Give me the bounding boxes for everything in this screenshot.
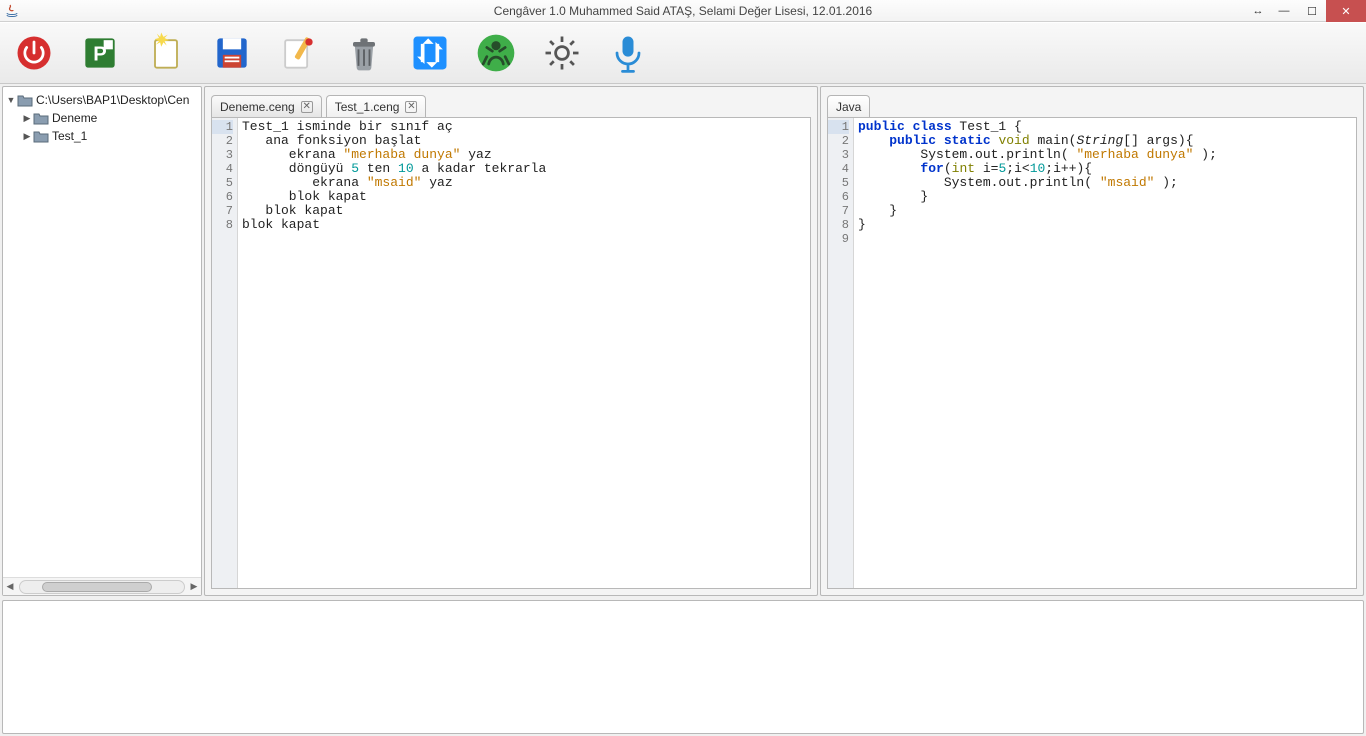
- minimize-button[interactable]: —: [1270, 0, 1298, 22]
- scroll-left-icon[interactable]: ◀: [3, 581, 17, 592]
- tab-label: Java: [836, 100, 861, 114]
- main-area: ▼ C:\Users\BAP1\Desktop\Cen ▶ Deneme ▶ T…: [0, 84, 1366, 598]
- scroll-right-icon[interactable]: ▶: [187, 581, 201, 592]
- output-tab[interactable]: Java: [827, 95, 870, 117]
- tree-item[interactable]: ▶ Deneme: [5, 109, 199, 127]
- microphone-button[interactable]: [602, 28, 654, 78]
- console-panel[interactable]: [2, 600, 1364, 734]
- trash-button[interactable]: [338, 28, 390, 78]
- tree-item-label: Test_1: [52, 129, 87, 143]
- tree-item-label: Deneme: [52, 111, 97, 125]
- output-panel: Java 123456789 public class Test_1 { pub…: [820, 86, 1364, 596]
- folder-icon: [17, 93, 33, 107]
- output-code-area[interactable]: 123456789 public class Test_1 { public s…: [827, 117, 1357, 589]
- tree-arrow-icon[interactable]: ▼: [5, 95, 17, 105]
- output-body[interactable]: public class Test_1 { public static void…: [854, 118, 1356, 588]
- tab-label: Test_1.ceng: [335, 100, 400, 114]
- tree-item[interactable]: ▶ Test_1: [5, 127, 199, 145]
- titlebar: Cengâver 1.0 Muhammed Said ATAŞ, Selami …: [0, 0, 1366, 22]
- close-button[interactable]: ✕: [1326, 0, 1366, 22]
- power-button[interactable]: [8, 28, 60, 78]
- tree-arrow-icon[interactable]: ▶: [21, 113, 33, 124]
- output-tabstrip: Java: [821, 87, 1363, 117]
- editor-panel: Deneme.ceng ✕ Test_1.ceng ✕ 12345678 Tes…: [204, 86, 818, 596]
- window-title: Cengâver 1.0 Muhammed Said ATAŞ, Selami …: [494, 4, 872, 18]
- save-button[interactable]: [206, 28, 258, 78]
- file-tree-panel: ▼ C:\Users\BAP1\Desktop\Cen ▶ Deneme ▶ T…: [2, 86, 202, 596]
- editor-tab[interactable]: Deneme.ceng ✕: [211, 95, 322, 117]
- tab-label: Deneme.ceng: [220, 100, 295, 114]
- output-gutter: 123456789: [828, 118, 854, 588]
- tree-root[interactable]: ▼ C:\Users\BAP1\Desktop\Cen: [5, 91, 199, 109]
- edit-button[interactable]: [272, 28, 324, 78]
- editor-code-area[interactable]: 12345678 Test_1 isminde bir sınıf aç ana…: [211, 117, 811, 589]
- editor-gutter: 12345678: [212, 118, 238, 588]
- editor-tab[interactable]: Test_1.ceng ✕: [326, 95, 427, 117]
- project-button[interactable]: P: [74, 28, 126, 78]
- resize-handle-icon[interactable]: ↔: [1246, 0, 1270, 22]
- scrollbar-thumb[interactable]: [42, 582, 152, 592]
- tree-root-label: C:\Users\BAP1\Desktop\Cen: [36, 93, 189, 107]
- folder-icon: [33, 111, 49, 125]
- scrollbar-track[interactable]: [19, 580, 185, 594]
- window-buttons: ↔ — ☐ ✕: [1246, 0, 1366, 22]
- new-file-button[interactable]: [140, 28, 192, 78]
- maximize-button[interactable]: ☐: [1298, 0, 1326, 22]
- tab-close-icon[interactable]: ✕: [301, 101, 313, 113]
- convert-button[interactable]: [404, 28, 456, 78]
- tree-arrow-icon[interactable]: ▶: [21, 131, 33, 142]
- editor-tabstrip: Deneme.ceng ✕ Test_1.ceng ✕: [205, 87, 817, 117]
- settings-button[interactable]: [536, 28, 588, 78]
- folder-icon: [33, 129, 49, 143]
- tab-close-icon[interactable]: ✕: [405, 101, 417, 113]
- run-button[interactable]: [470, 28, 522, 78]
- java-icon: [4, 3, 20, 19]
- file-tree[interactable]: ▼ C:\Users\BAP1\Desktop\Cen ▶ Deneme ▶ T…: [3, 87, 201, 577]
- tree-horizontal-scrollbar[interactable]: ◀ ▶: [3, 577, 201, 595]
- editor-body[interactable]: Test_1 isminde bir sınıf aç ana fonksiyo…: [238, 118, 810, 588]
- toolbar: P: [0, 22, 1366, 84]
